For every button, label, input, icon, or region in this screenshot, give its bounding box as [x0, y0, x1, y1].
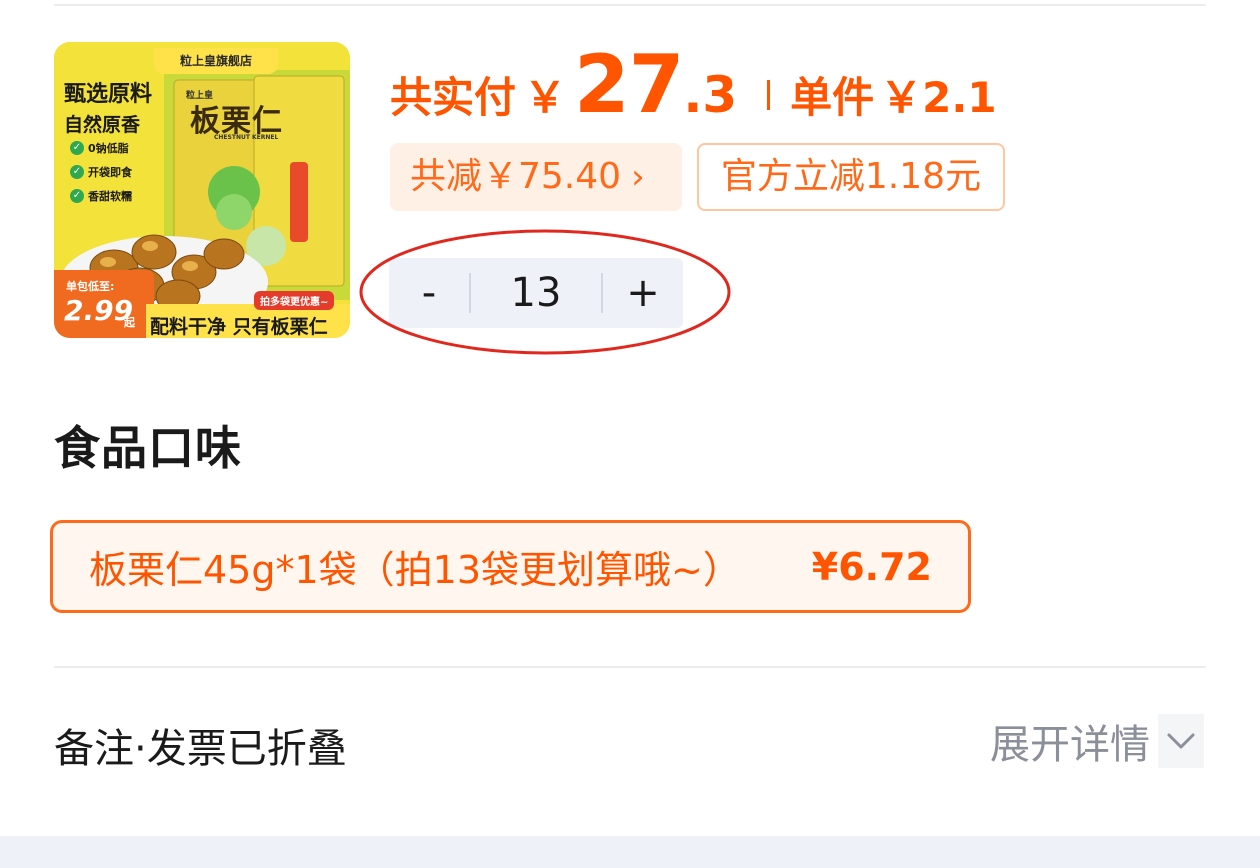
feature-0: ✓ 0钠低脂 [70, 140, 129, 156]
store-tab: 粒上皇旗舰店 [154, 48, 278, 74]
check-icon: ✓ [70, 141, 84, 155]
chevron-right-icon: › [631, 157, 645, 197]
chevron-down-icon [1158, 714, 1204, 768]
feature-1: ✓ 开袋即食 [70, 164, 132, 180]
feature-2: ✓ 香甜软糯 [70, 188, 132, 204]
expand-details-button[interactable]: 展开详情 [990, 712, 1204, 770]
total-reduction-chip[interactable]: 共减￥75.40 › [390, 143, 682, 211]
image-bottom-strip: 配料干净 只有板栗仁 [150, 316, 328, 338]
product-image[interactable]: 粒上皇旗舰店 甄选原料 自然原香 ✓ 0钠低脂 ✓ 开袋即食 ✓ 香甜软糯 粒上皇 板… [54, 42, 350, 338]
unit-label: 单件 [790, 73, 875, 122]
notes-invoice-label: 备注·发票已折叠 [54, 726, 347, 772]
multi-bag-badge: 拍多袋更优惠~ [254, 291, 335, 310]
flavor-option-price: ¥6.72 [811, 544, 932, 589]
total-price-dec: .3 [683, 66, 738, 124]
image-headline-1: 甄选原料 [64, 82, 153, 107]
low-price-suffix: 起 [124, 316, 135, 329]
image-headline-2: 自然原香 [64, 114, 141, 136]
expand-details-label: 展开详情 [990, 722, 1150, 768]
currency-symbol: ￥ [524, 73, 567, 122]
flavor-option[interactable]: 板栗仁45g*1袋（拍13袋更划算哦~） ¥6.72 [50, 520, 971, 613]
check-icon: ✓ [70, 165, 84, 179]
footer-bar [0, 836, 1260, 868]
price-line: 共实付 ￥ 27 .3 单件 ￥2.1 [390, 38, 997, 131]
top-divider [54, 4, 1206, 6]
total-reduction-label: 共减￥75.40 [410, 156, 622, 197]
annotation-circle [359, 229, 731, 355]
section-divider [54, 666, 1206, 668]
official-discount-chip: 官方立减1.18元 [697, 143, 1005, 211]
image-product-name-en: CHESTNUT KERNEL [214, 134, 279, 141]
low-price-label: 单包低至: [66, 280, 115, 293]
flavor-section-title: 食品口味 [54, 421, 242, 475]
flavor-option-label: 板栗仁45g*1袋（拍13袋更划算哦~） [89, 548, 741, 592]
check-icon: ✓ [70, 189, 84, 203]
unit-price: ￥2.1 [880, 73, 997, 122]
pay-label: 共实付 [390, 73, 517, 122]
price-separator [767, 80, 771, 110]
total-price-int: 27 [574, 38, 684, 131]
low-price: 2.99 [64, 294, 134, 327]
